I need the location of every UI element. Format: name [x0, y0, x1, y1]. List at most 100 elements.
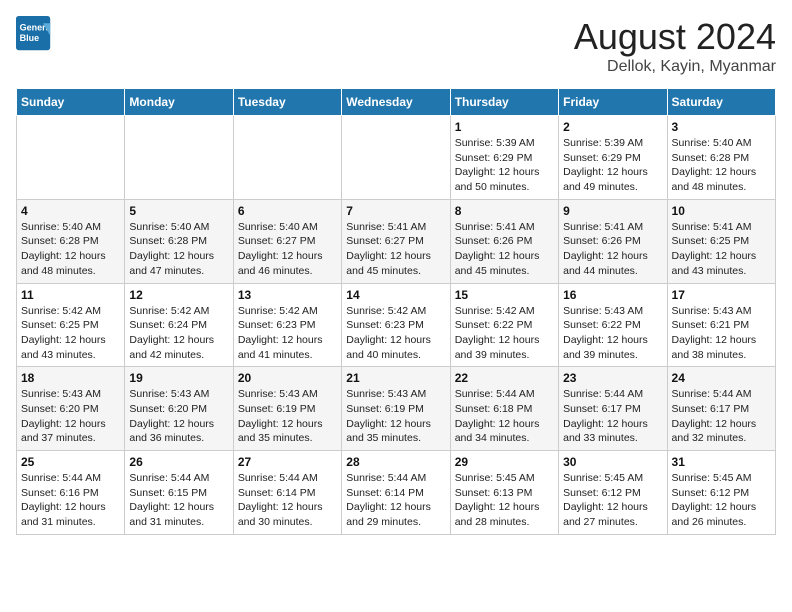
day-info: Sunrise: 5:40 AMSunset: 6:28 PMDaylight:… [129, 220, 228, 279]
calendar-day-cell: 15 Sunrise: 5:42 AMSunset: 6:22 PMDayligh… [450, 283, 558, 367]
day-info: Sunrise: 5:40 AMSunset: 6:27 PMDaylight:… [238, 220, 337, 279]
weekday-header: Sunday [17, 89, 125, 116]
day-number: 10 [672, 204, 771, 218]
day-info: Sunrise: 5:43 AMSunset: 6:22 PMDaylight:… [563, 304, 662, 363]
calendar-week-row: 25Sunrise: 5:44 AMSunset: 6:16 PMDayligh… [17, 451, 776, 535]
logo: General Blue [16, 16, 52, 52]
calendar-day-cell: 22 Sunrise: 5:44 AMSunset: 6:18 PMDayligh… [450, 367, 558, 451]
day-number: 23 [563, 371, 662, 385]
calendar-week-row: 18 Sunrise: 5:43 AMSunset: 6:20 PMDayligh… [17, 367, 776, 451]
calendar-day-cell: 12 Sunrise: 5:42 AMSunset: 6:24 PMDayligh… [125, 283, 233, 367]
day-info: Sunrise: 5:44 AMSunset: 6:14 PMDaylight:… [346, 471, 445, 530]
calendar-day-cell: 4Sunrise: 5:40 AMSunset: 6:28 PMDaylight… [17, 199, 125, 283]
day-info: Sunrise: 5:40 AMSunset: 6:28 PMDaylight:… [21, 220, 120, 279]
calendar-day-cell: 6 Sunrise: 5:40 AMSunset: 6:27 PMDaylight… [233, 199, 341, 283]
day-number: 18 [21, 371, 120, 385]
calendar-week-row: 11 Sunrise: 5:42 AMSunset: 6:25 PMDayligh… [17, 283, 776, 367]
day-info: Sunrise: 5:44 AMSunset: 6:17 PMDaylight:… [672, 387, 771, 446]
day-number: 11 [21, 288, 120, 302]
day-number: 9 [563, 204, 662, 218]
day-number: 13 [238, 288, 337, 302]
day-number: 20 [238, 371, 337, 385]
day-number: 19 [129, 371, 228, 385]
calendar-day-cell: 8 Sunrise: 5:41 AMSunset: 6:26 PMDaylight… [450, 199, 558, 283]
weekday-header: Thursday [450, 89, 558, 116]
calendar-week-row: 1 Sunrise: 5:39 AMSunset: 6:29 PMDaylight… [17, 116, 776, 200]
calendar-day-cell [342, 116, 450, 200]
day-info: Sunrise: 5:39 AMSunset: 6:29 PMDaylight:… [563, 136, 662, 195]
day-number: 27 [238, 455, 337, 469]
day-number: 30 [563, 455, 662, 469]
day-number: 31 [672, 455, 771, 469]
calendar-day-cell: 9 Sunrise: 5:41 AMSunset: 6:26 PMDaylight… [559, 199, 667, 283]
weekday-header: Tuesday [233, 89, 341, 116]
weekday-header: Wednesday [342, 89, 450, 116]
day-info: Sunrise: 5:43 AMSunset: 6:19 PMDaylight:… [346, 387, 445, 446]
calendar-day-cell: 24 Sunrise: 5:44 AMSunset: 6:17 PMDayligh… [667, 367, 775, 451]
svg-text:Blue: Blue [20, 33, 40, 43]
day-number: 25 [21, 455, 120, 469]
day-info: Sunrise: 5:44 AMSunset: 6:14 PMDaylight:… [238, 471, 337, 530]
day-info: Sunrise: 5:42 AMSunset: 6:25 PMDaylight:… [21, 304, 120, 363]
title-block: August 2024 Dellok, Kayin, Myanmar [574, 16, 776, 76]
calendar-day-cell: 5 Sunrise: 5:40 AMSunset: 6:28 PMDaylight… [125, 199, 233, 283]
calendar-day-cell: 30Sunrise: 5:45 AMSunset: 6:12 PMDayligh… [559, 451, 667, 535]
day-number: 14 [346, 288, 445, 302]
day-info: Sunrise: 5:44 AMSunset: 6:15 PMDaylight:… [129, 471, 228, 530]
weekday-header-row: SundayMondayTuesdayWednesdayThursdayFrid… [17, 89, 776, 116]
day-number: 3 [672, 120, 771, 134]
calendar-day-cell: 27 Sunrise: 5:44 AMSunset: 6:14 PMDayligh… [233, 451, 341, 535]
calendar-table: SundayMondayTuesdayWednesdayThursdayFrid… [16, 88, 776, 535]
day-number: 28 [346, 455, 445, 469]
calendar-day-cell: 3 Sunrise: 5:40 AMSunset: 6:28 PMDaylight… [667, 116, 775, 200]
day-info: Sunrise: 5:41 AMSunset: 6:27 PMDaylight:… [346, 220, 445, 279]
day-number: 1 [455, 120, 554, 134]
day-number: 17 [672, 288, 771, 302]
calendar-day-cell: 16 Sunrise: 5:43 AMSunset: 6:22 PMDayligh… [559, 283, 667, 367]
calendar-day-cell: 20Sunrise: 5:43 AMSunset: 6:19 PMDayligh… [233, 367, 341, 451]
day-info: Sunrise: 5:43 AMSunset: 6:21 PMDaylight:… [672, 304, 771, 363]
day-number: 16 [563, 288, 662, 302]
weekday-header: Friday [559, 89, 667, 116]
calendar-day-cell: 23Sunrise: 5:44 AMSunset: 6:17 PMDayligh… [559, 367, 667, 451]
day-info: Sunrise: 5:44 AMSunset: 6:18 PMDaylight:… [455, 387, 554, 446]
day-info: Sunrise: 5:42 AMSunset: 6:24 PMDaylight:… [129, 304, 228, 363]
calendar-day-cell: 7Sunrise: 5:41 AMSunset: 6:27 PMDaylight… [342, 199, 450, 283]
day-number: 12 [129, 288, 228, 302]
day-number: 6 [238, 204, 337, 218]
calendar-day-cell [233, 116, 341, 200]
calendar-day-cell: 25Sunrise: 5:44 AMSunset: 6:16 PMDayligh… [17, 451, 125, 535]
calendar-day-cell: 18 Sunrise: 5:43 AMSunset: 6:20 PMDayligh… [17, 367, 125, 451]
calendar-day-cell: 19 Sunrise: 5:43 AMSunset: 6:20 PMDayligh… [125, 367, 233, 451]
day-info: Sunrise: 5:41 AMSunset: 6:25 PMDaylight:… [672, 220, 771, 279]
logo-icon: General Blue [16, 16, 52, 52]
weekday-header: Monday [125, 89, 233, 116]
day-info: Sunrise: 5:43 AMSunset: 6:20 PMDaylight:… [21, 387, 120, 446]
calendar-day-cell [17, 116, 125, 200]
day-number: 15 [455, 288, 554, 302]
day-info: Sunrise: 5:42 AMSunset: 6:23 PMDaylight:… [238, 304, 337, 363]
day-info: Sunrise: 5:45 AMSunset: 6:12 PMDaylight:… [672, 471, 771, 530]
day-info: Sunrise: 5:42 AMSunset: 6:23 PMDaylight:… [346, 304, 445, 363]
day-info: Sunrise: 5:42 AMSunset: 6:22 PMDaylight:… [455, 304, 554, 363]
calendar-day-cell: 28 Sunrise: 5:44 AMSunset: 6:14 PMDayligh… [342, 451, 450, 535]
day-number: 5 [129, 204, 228, 218]
day-number: 2 [563, 120, 662, 134]
day-info: Sunrise: 5:41 AMSunset: 6:26 PMDaylight:… [563, 220, 662, 279]
day-number: 24 [672, 371, 771, 385]
month-title: August 2024 [574, 16, 776, 58]
calendar-day-cell: 26Sunrise: 5:44 AMSunset: 6:15 PMDayligh… [125, 451, 233, 535]
day-info: Sunrise: 5:43 AMSunset: 6:20 PMDaylight:… [129, 387, 228, 446]
calendar-day-cell [125, 116, 233, 200]
day-info: Sunrise: 5:40 AMSunset: 6:28 PMDaylight:… [672, 136, 771, 195]
day-number: 8 [455, 204, 554, 218]
day-number: 22 [455, 371, 554, 385]
day-info: Sunrise: 5:45 AMSunset: 6:13 PMDaylight:… [455, 471, 554, 530]
weekday-header: Saturday [667, 89, 775, 116]
calendar-day-cell: 17 Sunrise: 5:43 AMSunset: 6:21 PMDayligh… [667, 283, 775, 367]
day-number: 29 [455, 455, 554, 469]
calendar-day-cell: 14 Sunrise: 5:42 AMSunset: 6:23 PMDayligh… [342, 283, 450, 367]
page-header: General Blue August 2024 Dellok, Kayin, … [16, 16, 776, 76]
day-number: 21 [346, 371, 445, 385]
day-info: Sunrise: 5:41 AMSunset: 6:26 PMDaylight:… [455, 220, 554, 279]
